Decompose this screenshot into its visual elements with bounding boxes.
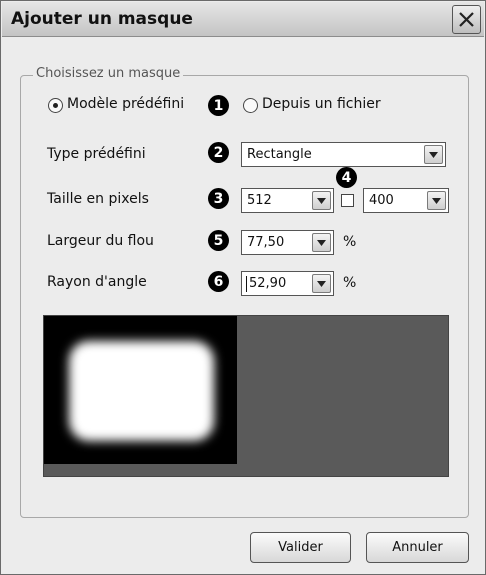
corner-radius-dropdown-button[interactable] [312, 274, 331, 293]
title-bar: Ajouter un masque [2, 2, 484, 37]
blur-width-dropdown-button[interactable] [312, 233, 331, 252]
corner-radius-label: Rayon d'angle [47, 274, 147, 290]
width-combo[interactable]: 512 [241, 188, 334, 213]
width-dropdown-button[interactable] [312, 191, 331, 210]
mask-preview-canvas [44, 316, 237, 464]
callout-badge-5: 5 [208, 230, 229, 251]
callout-badge-6: 6 [208, 271, 229, 292]
mask-preview-shape [69, 341, 214, 441]
ok-button[interactable]: Valider [250, 532, 351, 563]
radio-predefined[interactable] [48, 98, 63, 113]
dialog-title: Ajouter un masque [11, 9, 193, 29]
corner-radius-combo[interactable]: 52,90 [241, 271, 334, 296]
height-dropdown-button[interactable] [427, 191, 446, 210]
chevron-down-icon [317, 240, 326, 246]
preset-type-value: Rectangle [247, 147, 312, 162]
cancel-button[interactable]: Annuler [366, 532, 469, 563]
add-mask-dialog: Ajouter un masque Choisissez un masque M… [0, 0, 486, 575]
close-button[interactable] [452, 5, 481, 34]
width-value: 512 [247, 193, 272, 208]
callout-badge-4: 4 [336, 167, 357, 188]
blur-unit-label: % [343, 234, 357, 250]
height-combo[interactable]: 400 [363, 188, 449, 213]
close-x-icon [459, 12, 474, 27]
preset-type-label: Type prédéfini [47, 146, 146, 162]
corner-radius-unit-label: % [343, 275, 357, 291]
corner-radius-value: 52,90 [249, 276, 287, 291]
text-cursor [246, 276, 247, 292]
pixel-size-label: Taille en pixels [47, 191, 149, 207]
radio-predefined-label[interactable]: Modèle prédéfini [67, 96, 184, 112]
lock-ratio-checkbox[interactable] [341, 194, 354, 207]
chevron-down-icon [429, 152, 438, 158]
preset-type-select[interactable]: Rectangle [241, 142, 446, 167]
preset-type-dropdown-button[interactable] [424, 145, 443, 164]
chevron-down-icon [317, 198, 326, 204]
blur-width-value: 77,50 [247, 235, 285, 250]
chevron-down-icon [317, 281, 326, 287]
blur-width-combo[interactable]: 77,50 [241, 230, 334, 255]
mask-preview [43, 315, 449, 477]
callout-badge-2: 2 [208, 142, 229, 163]
height-value: 400 [369, 193, 394, 208]
radio-from-file-label[interactable]: Depuis un fichier [262, 96, 381, 112]
radio-from-file[interactable] [243, 98, 258, 113]
chevron-down-icon [432, 198, 441, 204]
callout-badge-1: 1 [208, 95, 229, 116]
blur-width-label: Largeur du flou [47, 233, 154, 249]
groupbox-legend: Choisissez un masque [33, 66, 184, 81]
callout-badge-3: 3 [208, 188, 229, 209]
